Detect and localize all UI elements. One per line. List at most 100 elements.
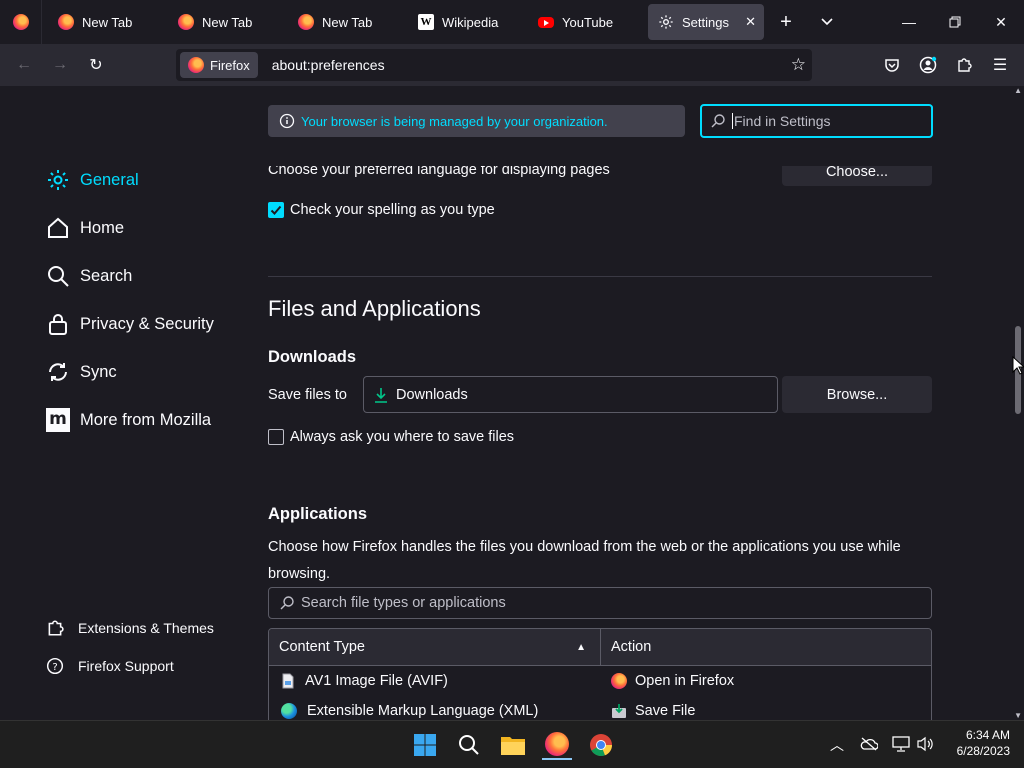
start-button[interactable]: [410, 730, 440, 760]
identity-box[interactable]: Firefox: [180, 52, 258, 78]
applications-search-placeholder: Search file types or applications: [301, 595, 506, 611]
extensions-button[interactable]: [950, 52, 978, 78]
column-header-content-type[interactable]: Content Type ▲: [269, 629, 601, 665]
column-label: Content Type: [279, 639, 365, 655]
firefox-icon: [611, 673, 627, 689]
tab-label: New Tab: [202, 14, 253, 30]
account-button[interactable]: [914, 52, 942, 78]
download-folder-field[interactable]: Downloads: [363, 376, 778, 413]
tab-wikipedia[interactable]: W Wikipedia: [408, 4, 524, 40]
sync-icon: [49, 363, 67, 381]
close-tab-icon[interactable]: ✕: [745, 14, 756, 30]
sidebar-item-sync[interactable]: Sync: [46, 360, 117, 384]
tab-settings[interactable]: Settings ✕: [648, 4, 764, 40]
url-bar[interactable]: Firefox about:preferences ☆: [176, 49, 812, 81]
sidebar-item-home[interactable]: Home: [46, 216, 124, 240]
sidebar-footer-label: Firefox Support: [78, 658, 174, 674]
windows-icon: [414, 734, 436, 756]
forward-button[interactable]: →: [46, 52, 74, 78]
new-tab-button[interactable]: +: [764, 0, 808, 44]
files-applications-title: Files and Applications: [268, 296, 481, 321]
tab-label: YouTube: [562, 14, 614, 30]
spellcheck-label: Check your spelling as you type: [290, 202, 495, 218]
minimize-icon: —: [902, 14, 916, 30]
app-menu-button[interactable]: ☰: [986, 52, 1014, 78]
firefox-icon: [188, 57, 204, 73]
sidebar-item-search[interactable]: Search: [46, 264, 132, 288]
checkmark-icon: [270, 205, 282, 215]
sidebar-extensions-themes-link[interactable]: Extensions & Themes: [46, 619, 214, 637]
sidebar-footer-label: Extensions & Themes: [78, 620, 214, 636]
restore-button[interactable]: [932, 0, 978, 44]
firefox-view-button[interactable]: [0, 0, 42, 44]
bookmark-star-icon[interactable]: ☆: [791, 55, 806, 75]
sidebar-item-privacy-security[interactable]: Privacy & Security: [46, 312, 214, 336]
firefox-taskbar-button[interactable]: [542, 730, 572, 760]
tab-bar: New Tab New Tab New Tab W Wikipedia YouT…: [0, 0, 1024, 44]
account-icon: [919, 56, 937, 74]
onedrive-offline-icon[interactable]: [860, 737, 878, 751]
gear-icon: [659, 15, 673, 29]
download-folder-value: Downloads: [396, 386, 468, 403]
volume-icon[interactable]: [916, 736, 934, 752]
minimize-button[interactable]: —: [886, 0, 932, 44]
reload-button[interactable]: ↻: [82, 52, 110, 78]
tab-label: Settings: [682, 14, 729, 30]
back-button[interactable]: ←: [10, 52, 38, 78]
close-window-button[interactable]: ✕: [978, 0, 1024, 44]
always-ask-label: Always ask you where to save files: [290, 429, 515, 445]
page-scrollbar[interactable]: ▲ ▼: [1012, 86, 1024, 720]
settings-page: General Home Search Privacy & Security S…: [0, 86, 1024, 720]
mozilla-icon: m: [46, 408, 70, 432]
tab-youtube[interactable]: YouTube: [528, 4, 644, 40]
scroll-down-icon[interactable]: ▼: [1014, 711, 1022, 720]
network-icon[interactable]: [892, 736, 910, 752]
sort-ascending-icon: ▲: [576, 641, 586, 653]
list-all-tabs-button[interactable]: [804, 0, 850, 44]
sidebar-firefox-support-link[interactable]: ? Firefox Support: [46, 657, 174, 675]
pocket-icon: [885, 59, 899, 72]
column-header-action[interactable]: Action: [601, 639, 651, 655]
browse-button[interactable]: Browse...: [782, 376, 932, 413]
sidebar-item-general[interactable]: General: [46, 168, 139, 192]
file-explorer-button[interactable]: [498, 730, 528, 760]
reload-icon: ↻: [89, 57, 103, 74]
url-text[interactable]: about:preferences: [272, 57, 385, 73]
find-in-settings-input[interactable]: [732, 113, 922, 129]
sidebar-item-label: More from Mozilla: [80, 410, 212, 429]
tray-overflow-icon[interactable]: ︿: [830, 735, 844, 755]
action-value: Save File: [635, 703, 696, 719]
forward-arrow-icon: →: [52, 56, 68, 73]
sidebar-item-more-from-mozilla[interactable]: m More from Mozilla: [46, 408, 211, 432]
search-icon: [711, 114, 725, 128]
spellcheck-checkbox[interactable]: [268, 202, 284, 218]
table-row[interactable]: Extensible Markup Language (XML) Save Fi…: [269, 696, 931, 720]
clock-date: 6/28/2023: [956, 744, 1010, 758]
chrome-taskbar-button[interactable]: [586, 730, 616, 760]
file-icon: [282, 673, 294, 689]
lock-icon: [49, 314, 67, 335]
tab-new-tab-3[interactable]: New Tab: [288, 4, 404, 40]
table-row[interactable]: AV1 Image File (AVIF) Open in Firefox: [269, 666, 931, 696]
always-ask-checkbox[interactable]: [268, 429, 284, 445]
applications-search-field[interactable]: Search file types or applications: [268, 587, 932, 619]
tab-new-tab-1[interactable]: New Tab: [48, 4, 164, 40]
edge-icon: [281, 703, 297, 719]
mouse-cursor-icon: [1012, 356, 1024, 375]
find-in-settings-overlay[interactable]: [700, 104, 933, 138]
puzzle-icon: [958, 58, 972, 72]
applications-table: Content Type ▲ Action AV1 Image File (AV…: [268, 628, 932, 720]
taskbar-search-button[interactable]: [454, 730, 484, 760]
pocket-button[interactable]: [878, 52, 906, 78]
search-icon: [459, 735, 479, 755]
managed-notice-text: Your browser is being managed by your or…: [301, 113, 608, 129]
system-clock[interactable]: 6:34 AM 6/28/2023: [957, 727, 1010, 759]
downloads-heading: Downloads: [268, 348, 357, 366]
svg-text:?: ?: [52, 662, 57, 673]
scroll-up-icon[interactable]: ▲: [1014, 86, 1022, 95]
wikipedia-icon: W: [418, 14, 434, 30]
tab-new-tab-2[interactable]: New Tab: [168, 4, 284, 40]
firefox-icon: [58, 14, 74, 30]
section-divider: [268, 276, 932, 277]
gear-icon: [48, 170, 68, 190]
